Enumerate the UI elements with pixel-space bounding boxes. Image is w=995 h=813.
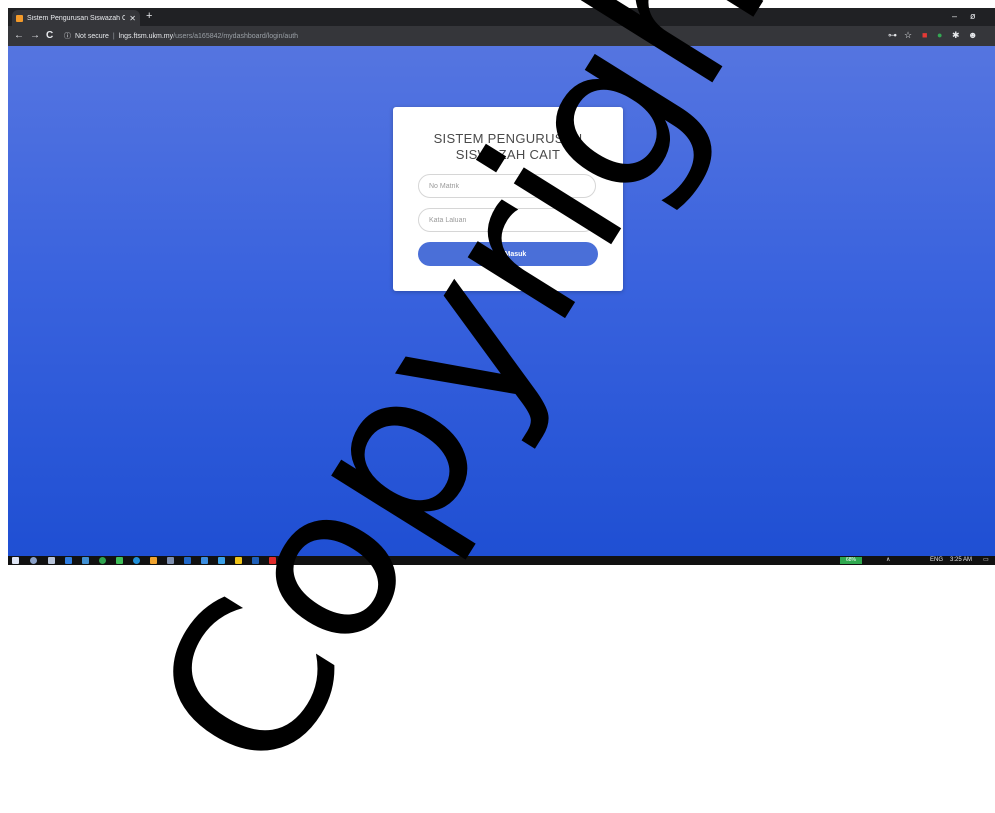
edge-icon[interactable] [65, 557, 72, 564]
puzzle-icon[interactable]: ✱ [952, 30, 960, 41]
word-icon[interactable] [184, 557, 191, 564]
app-icon-blue-2[interactable] [201, 557, 208, 564]
app-icon-blue-3[interactable] [218, 557, 225, 564]
browser-tab[interactable]: Sistem Pengurusan Siswazah CAI ✕ [12, 10, 140, 26]
new-tab-button[interactable]: + [146, 10, 152, 22]
key-icon[interactable]: ⊶ [888, 30, 897, 41]
tray-chevron-icon[interactable]: ∧ [886, 556, 890, 565]
profile-avatar[interactable]: ☻ [968, 30, 977, 40]
page-title: SISTEM PENGURUSAN SISWAZAH CAIT [433, 131, 583, 162]
search-icon[interactable] [30, 557, 37, 564]
maximize-button[interactable]: ø [970, 11, 976, 21]
matric-number-input[interactable] [418, 174, 596, 198]
login-page: SISTEM PENGURUSAN SISWAZAH CAIT Log Masu… [8, 46, 995, 556]
battery-indicator[interactable]: 68% [840, 557, 862, 564]
address-bar[interactable]: ⓘ Not secure | lngs.ftsm.ukm.my/users/a1… [64, 29, 824, 43]
file-explorer-icon[interactable] [82, 557, 89, 564]
notification-icon[interactable]: ▭ [983, 556, 989, 565]
app-icon-blue[interactable] [133, 557, 140, 564]
app-icon-yellow[interactable] [235, 557, 242, 564]
login-card: SISTEM PENGURUSAN SISWAZAH CAIT Log Masu… [393, 107, 623, 291]
app-icon-navy[interactable] [252, 557, 259, 564]
password-input[interactable] [418, 208, 596, 232]
login-button[interactable]: Log Masuk [418, 242, 598, 266]
windows-taskbar: 68% ∧ ENG 3:25 AM ▭ [8, 556, 995, 565]
extension-icon-2[interactable]: ● [937, 30, 942, 40]
tab-strip: Sistem Pengurusan Siswazah CAI ✕ + – ø [8, 8, 995, 26]
clock[interactable]: 3:25 AM [950, 556, 972, 565]
info-icon[interactable]: ⓘ [64, 31, 71, 41]
minimize-button[interactable]: – [952, 11, 957, 21]
favicon-icon [16, 14, 23, 22]
back-button[interactable]: ← [14, 30, 24, 41]
forward-button[interactable]: → [30, 30, 40, 41]
tab-title: Sistem Pengurusan Siswazah CAI [27, 14, 126, 22]
acrobat-icon[interactable] [269, 557, 276, 564]
windows-start-icon[interactable] [12, 557, 19, 564]
reload-button[interactable]: C [46, 30, 53, 41]
close-tab-icon[interactable]: ✕ [129, 14, 136, 23]
app-icon-orange[interactable] [150, 557, 157, 564]
security-label: Not secure [75, 32, 109, 40]
language-indicator[interactable]: ENG [930, 556, 943, 565]
app-icon-grey[interactable] [167, 557, 174, 564]
url-host: lngs.ftsm.ukm.my/users/a165842/mydashboa… [118, 32, 299, 40]
extension-icon[interactable]: ■ [922, 30, 927, 40]
app-icon-green[interactable] [116, 557, 123, 564]
browser-toolbar: ← → C ⓘ Not secure | lngs.ftsm.ukm.my/us… [8, 26, 995, 46]
task-view-icon[interactable] [48, 557, 55, 564]
chrome-icon[interactable] [99, 557, 106, 564]
browser-window: Sistem Pengurusan Siswazah CAI ✕ + – ø ←… [8, 8, 995, 556]
star-icon[interactable]: ☆ [904, 30, 912, 41]
